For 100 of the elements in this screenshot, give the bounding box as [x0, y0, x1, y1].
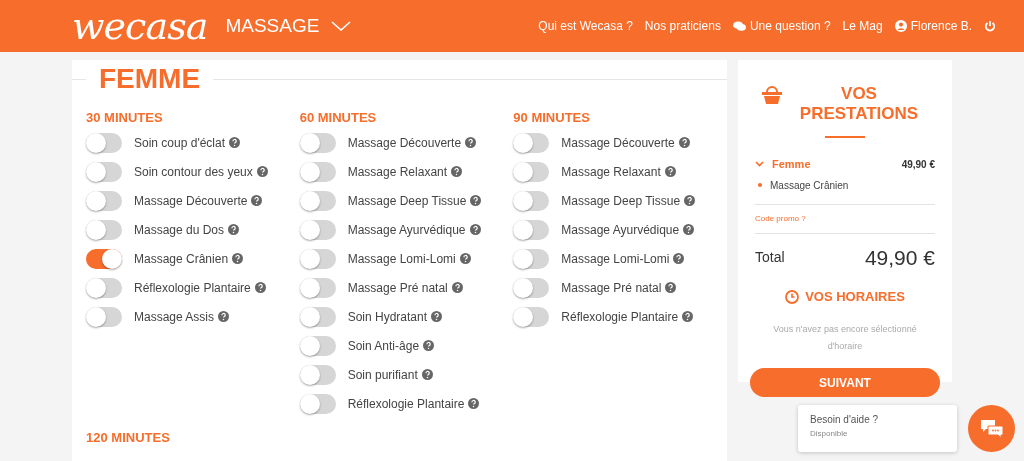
toggle-switch[interactable]	[86, 219, 122, 240]
help-icon	[451, 282, 463, 293]
toggle-switch[interactable]	[86, 190, 122, 211]
help-popup[interactable]: Besoin d'aide ? Disponible	[798, 405, 957, 452]
schedule-note: Vous n'avez pas encore sélectionné d'horaire	[772, 322, 918, 353]
toggle-switch[interactable]	[86, 277, 122, 298]
service-label: Soin contour des yeux	[134, 163, 253, 181]
user-icon	[894, 20, 907, 32]
help-icon	[218, 311, 230, 322]
logo[interactable]: wecasa	[72, 7, 208, 45]
toggle-switch[interactable]	[513, 277, 550, 298]
help-icon	[431, 311, 443, 322]
service-label: Massage Pré natal	[347, 279, 448, 297]
help-icon	[682, 311, 694, 322]
toggle-switch[interactable]	[513, 219, 550, 240]
duration-heading: 90 MINUTES	[513, 109, 591, 127]
help-icon	[469, 224, 481, 235]
help-icon	[470, 195, 482, 206]
toggle-switch[interactable]	[299, 161, 336, 182]
service-label: Massage Pré natal	[561, 279, 662, 297]
duration-heading: 60 MINUTES	[299, 109, 378, 127]
cart-group-name: Femme	[772, 157, 811, 172]
toggle-switch[interactable]	[86, 132, 122, 153]
total-label: Total	[755, 247, 785, 267]
help-icon	[229, 137, 241, 148]
service-label: Massage Deep Tissue	[347, 192, 467, 210]
help-icon	[665, 282, 677, 293]
toggle-switch[interactable]	[513, 248, 550, 269]
help-icon	[256, 166, 268, 177]
service-label: Soin Anti-âge	[347, 337, 420, 355]
toggle-switch[interactable]	[299, 277, 336, 298]
toggle-switch[interactable]	[86, 248, 122, 269]
section-title: FEMME	[98, 65, 202, 93]
service-label: Massage Découverte	[134, 192, 248, 210]
help-icon	[228, 224, 240, 235]
toggle-switch[interactable]	[513, 190, 550, 211]
help-icon	[423, 340, 435, 351]
toggle-switch[interactable]	[513, 306, 550, 327]
service-label: Massage Découverte	[561, 134, 675, 152]
promo-code-link[interactable]: Code promo ?	[755, 204, 935, 233]
power-icon[interactable]	[984, 20, 996, 32]
help-icon	[664, 166, 676, 177]
help-icon	[251, 195, 263, 206]
help-icon	[468, 398, 480, 409]
nav-link[interactable]: Nos praticiens	[644, 17, 721, 35]
help-icon	[684, 195, 696, 206]
help-status: Disponible	[810, 428, 849, 440]
toggle-switch[interactable]	[299, 190, 336, 211]
help-icon	[254, 282, 266, 293]
help-icon	[421, 369, 433, 380]
help-icon	[465, 137, 477, 148]
toggle-switch[interactable]	[299, 219, 336, 240]
cart-group-price: 49,90 €	[901, 157, 935, 172]
schedule-title: VOS HORAIRES	[805, 288, 905, 306]
service-label: Soin Hydratant	[347, 308, 428, 326]
toggle-switch[interactable]	[86, 306, 122, 327]
service-label: Massage Relaxant	[347, 163, 448, 181]
help-icon	[451, 166, 463, 177]
toggle-switch[interactable]	[299, 364, 336, 385]
toggle-switch[interactable]	[513, 132, 550, 153]
cart-item: Massage Crânien	[770, 178, 849, 193]
service-label: Réflexologie Plantaire	[134, 279, 251, 297]
toggle-switch[interactable]	[299, 335, 336, 356]
service-label: Massage Ayurvédique	[561, 221, 680, 239]
help-icon	[459, 253, 471, 264]
help-icon	[683, 224, 695, 235]
service-label: Soin coup d'éclat	[134, 134, 226, 152]
service-label: Massage Ayurvédique	[347, 221, 466, 239]
service-label: Massage Lomi-Lomi	[347, 250, 456, 268]
chat-button[interactable]	[968, 405, 1015, 452]
clock-icon	[785, 289, 800, 304]
toggle-switch[interactable]	[513, 161, 550, 182]
service-label: Massage du Dos	[134, 221, 225, 239]
duration-heading: 120 MINUTES	[85, 429, 171, 447]
toggle-switch[interactable]	[86, 161, 122, 182]
service-label: Massage Découverte	[347, 134, 462, 152]
service-label: Réflexologie Plantaire	[347, 395, 465, 413]
toggle-switch[interactable]	[299, 132, 336, 153]
help-title: Besoin d'aide ?	[810, 413, 880, 427]
bullet-icon	[758, 183, 762, 187]
next-button[interactable]: SUIVANT	[750, 368, 940, 397]
duration-heading: 30 MINUTES	[86, 109, 164, 127]
chat-icon	[732, 20, 746, 32]
service-label: Massage Crânien	[134, 250, 229, 268]
toggle-switch[interactable]	[299, 248, 336, 269]
category-label: MASSAGE	[225, 13, 320, 38]
service-label: Réflexologie Plantaire	[561, 308, 679, 326]
nav-link[interactable]: Qui est Wecasa ?	[538, 17, 633, 35]
service-label: Massage Deep Tissue	[561, 192, 681, 210]
service-label: Soin purifiant	[347, 366, 418, 384]
nav-link[interactable]: Le Mag	[842, 17, 883, 35]
help-icon	[678, 137, 690, 148]
cart-title: VOS PRESTATIONS	[798, 84, 920, 124]
nav-link[interactable]: Une question ?	[732, 17, 831, 35]
toggle-switch[interactable]	[299, 306, 336, 327]
toggle-switch[interactable]	[299, 393, 336, 414]
chat-icon	[979, 418, 1004, 439]
chevron-down-icon[interactable]	[755, 161, 764, 168]
nav-link[interactable]: Florence B.	[894, 17, 972, 35]
service-label: Massage Lomi-Lomi	[561, 250, 670, 268]
